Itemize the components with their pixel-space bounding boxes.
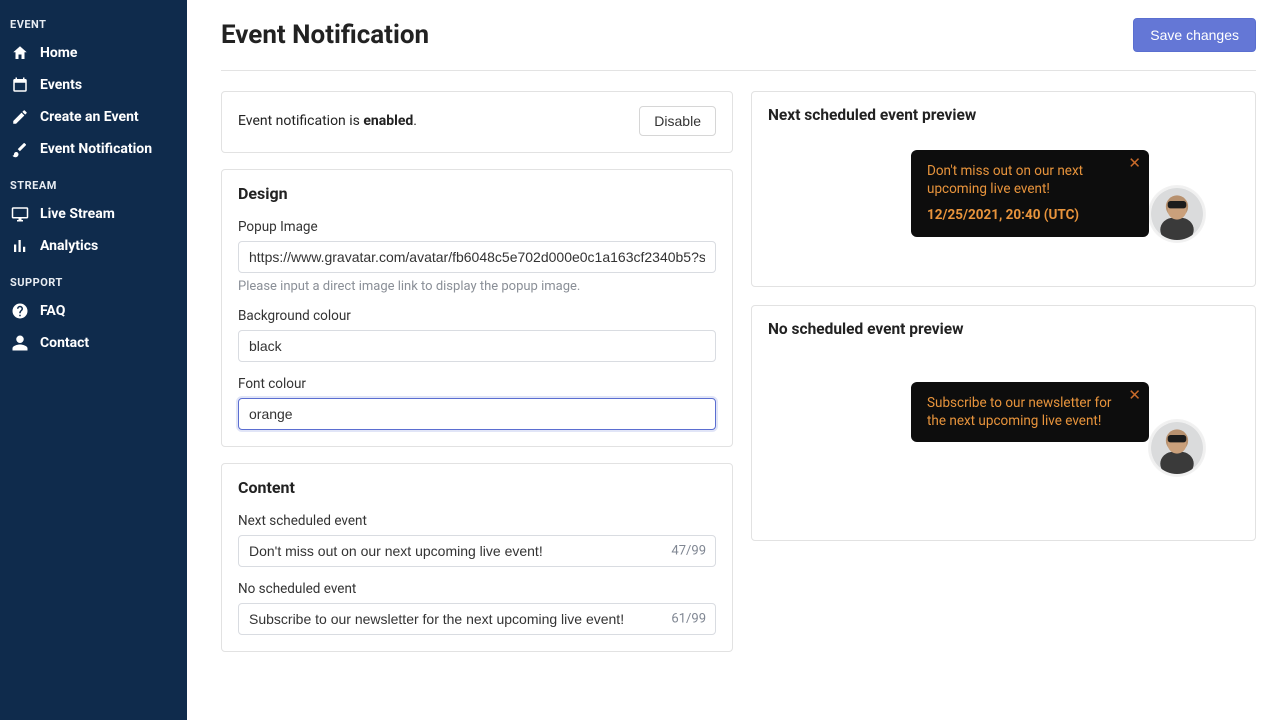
background-colour-label: Background colour — [238, 308, 716, 324]
next-event-label: Next scheduled event — [238, 513, 716, 529]
content-title: Content — [238, 478, 716, 497]
preview-next-timestamp: 12/25/2021, 20:40 (UTC) — [927, 206, 1121, 224]
font-colour-input[interactable] — [238, 398, 716, 430]
sidebar-item-contact[interactable]: Contact — [0, 327, 187, 359]
font-colour-label: Font colour — [238, 376, 716, 392]
sidebar-item-label: Analytics — [40, 238, 98, 254]
preview-next-title: Next scheduled event preview — [768, 106, 1239, 124]
preview-none-tooltip: ✕ Subscribe to our newsletter for the ne… — [911, 382, 1149, 442]
sidebar-section-event: EVENT — [0, 10, 187, 37]
avatar — [1149, 186, 1205, 242]
sidebar-item-label: Contact — [40, 335, 89, 351]
preview-none-card: No scheduled event preview ✕ Subscribe t… — [751, 305, 1256, 541]
sidebar-item-faq[interactable]: FAQ — [0, 295, 187, 327]
preview-none-message: Subscribe to our newsletter for the next… — [927, 395, 1111, 429]
sidebar-section-support: SUPPORT — [0, 268, 187, 295]
popup-image-help: Please input a direct image link to disp… — [238, 279, 716, 294]
calendar-icon — [10, 75, 30, 95]
sidebar-item-create-event[interactable]: Create an Event — [0, 101, 187, 133]
design-title: Design — [238, 184, 716, 203]
no-event-input[interactable] — [238, 603, 716, 635]
preview-next-message: Don't miss out on our next upcoming live… — [927, 163, 1083, 197]
home-icon — [10, 43, 30, 63]
edit-icon — [10, 107, 30, 127]
popup-image-input[interactable] — [238, 241, 716, 273]
sidebar-item-label: Live Stream — [40, 206, 115, 222]
barchart-icon — [10, 236, 30, 256]
sidebar-item-label: Create an Event — [40, 109, 139, 125]
status-card: Event notification is enabled. Disable — [221, 91, 733, 153]
preview-none-title: No scheduled event preview — [768, 320, 1239, 338]
sidebar-item-events[interactable]: Events — [0, 69, 187, 101]
sidebar-item-analytics[interactable]: Analytics — [0, 230, 187, 262]
status-text: Event notification is enabled. — [238, 113, 417, 129]
save-button[interactable]: Save changes — [1133, 18, 1256, 52]
avatar — [1149, 420, 1205, 476]
close-icon[interactable]: ✕ — [1128, 388, 1141, 403]
sidebar-item-label: Events — [40, 77, 82, 93]
sidebar-item-label: Home — [40, 45, 77, 61]
sidebar: EVENT Home Events Create an Event Event … — [0, 0, 187, 720]
sidebar-item-event-notification[interactable]: Event Notification — [0, 133, 187, 165]
monitor-icon — [10, 204, 30, 224]
design-card: Design Popup Image Please input a direct… — [221, 169, 733, 447]
next-event-input[interactable] — [238, 535, 716, 567]
background-colour-input[interactable] — [238, 330, 716, 362]
page-header: Event Notification Save changes — [221, 18, 1256, 71]
content-card: Content Next scheduled event 47/99 No sc… — [221, 463, 733, 652]
preview-next-tooltip: ✕ Don't miss out on our next upcoming li… — [911, 150, 1149, 237]
sidebar-item-label: FAQ — [40, 303, 65, 319]
sidebar-item-label: Event Notification — [40, 141, 152, 157]
person-icon — [10, 333, 30, 353]
close-icon[interactable]: ✕ — [1128, 156, 1141, 171]
no-event-label: No scheduled event — [238, 581, 716, 597]
popup-image-label: Popup Image — [238, 219, 716, 235]
sidebar-item-live-stream[interactable]: Live Stream — [0, 198, 187, 230]
preview-next-card: Next scheduled event preview ✕ Don't mis… — [751, 91, 1256, 287]
page-title: Event Notification — [221, 20, 429, 50]
disable-button[interactable]: Disable — [639, 106, 716, 136]
question-icon — [10, 301, 30, 321]
sidebar-item-home[interactable]: Home — [0, 37, 187, 69]
brush-icon — [10, 139, 30, 159]
sidebar-section-stream: STREAM — [0, 171, 187, 198]
main: Event Notification Save changes Event no… — [187, 0, 1280, 720]
